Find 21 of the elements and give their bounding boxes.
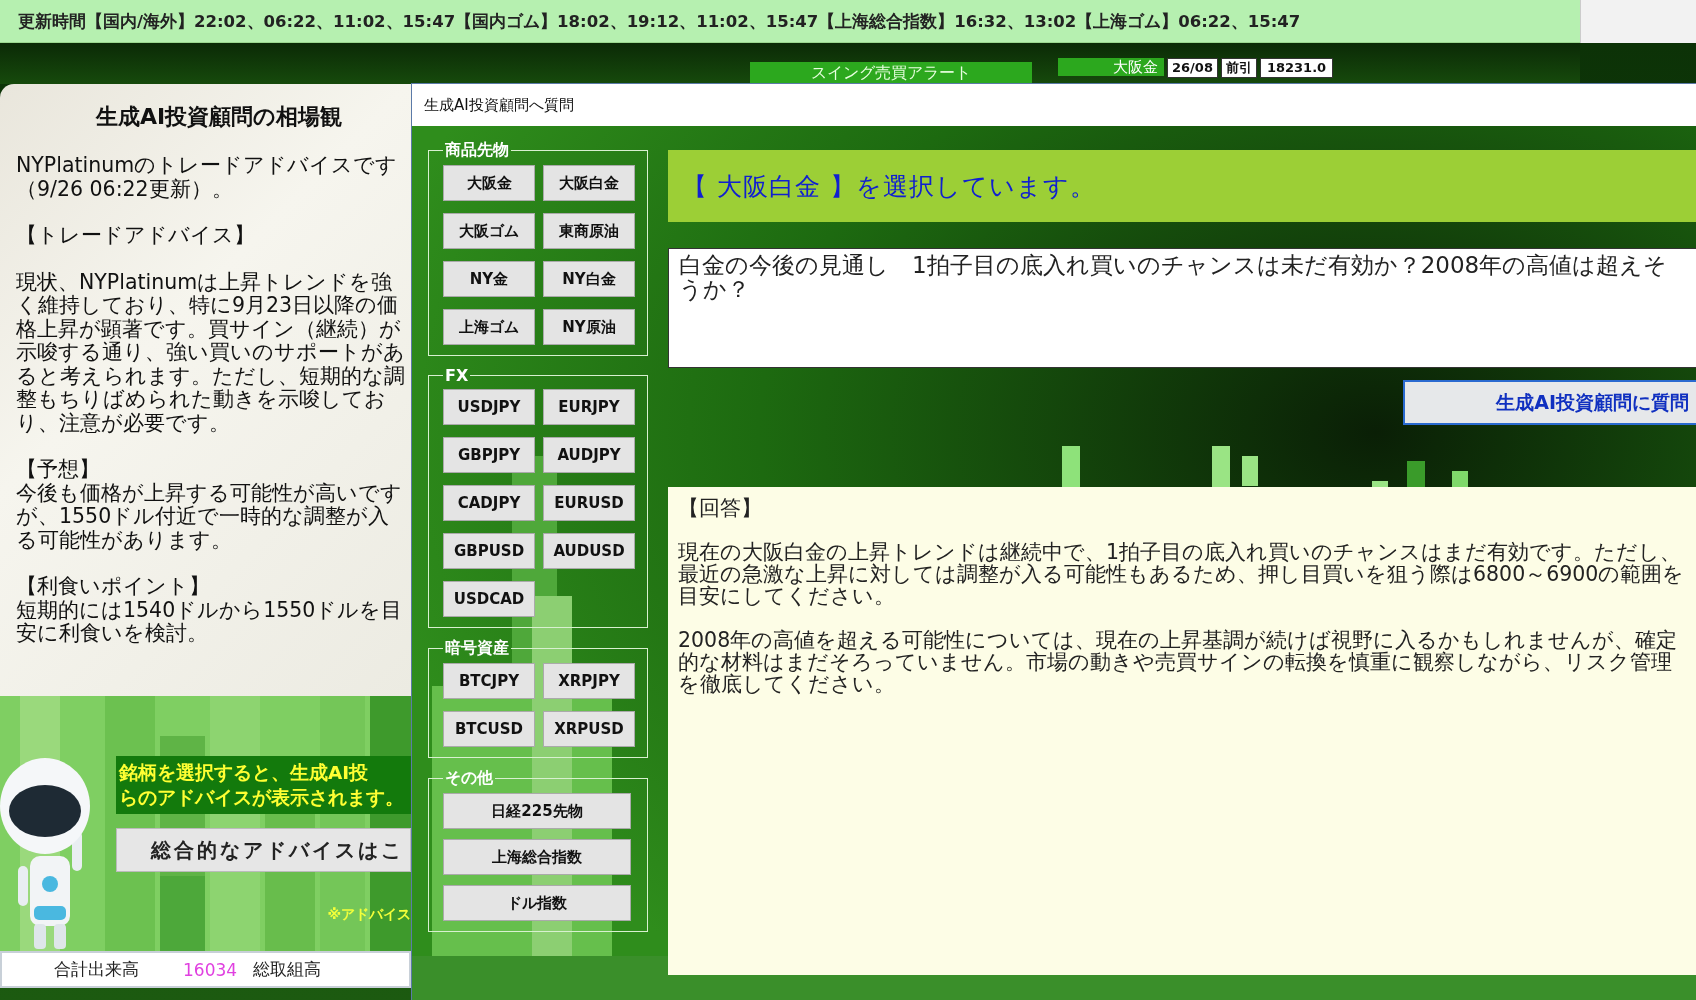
- ticker-name: 大阪金: [1058, 58, 1164, 76]
- advice-text: 現状、NYPlatinumは上昇トレンドを強く維持しており、特に9月23日以降の価格上昇が顕著です。買サイン（継続）が示唆する通り、強い買いのサポートがあると考えられます。ただし、短期的な調整もちりばめられた動きを示唆しており、注意が必要です。: [16, 270, 406, 435]
- open-interest-label: 総取組高: [253, 958, 322, 981]
- section-heading: 【トレードアドバイス】: [16, 224, 256, 248]
- advice-text: 今後も価格が上昇する可能性が高いですが、1550ドル付近で一時的な調整が入る可能性があります。: [16, 481, 403, 552]
- update-times-bar: 更新時間【国内/海外】22:02、06:22、11:02、15:47【国内ゴム】18:02、19:12、11:02、15:47【上海総合指数】16:32、13:02【上海ゴム】06:22、15:47: [0, 0, 1580, 43]
- panel-title: 生成AI投資顧問の相場観: [94, 103, 344, 131]
- volume-label: 合計出来高: [54, 958, 139, 981]
- note-text: ※アドバイス: [327, 906, 411, 924]
- ticker-month: 26/08: [1167, 58, 1218, 78]
- hint-text: らのアドバイスが表示されます。: [119, 786, 405, 810]
- section-heading: 【予想】: [16, 458, 101, 482]
- volume-value: 16034: [183, 959, 238, 980]
- advice-text: 短期的には1540ドルから1550ドルを目安に利食いを検討。: [16, 598, 404, 646]
- advice-button[interactable]: 総合的なアドバイスはこ: [116, 828, 411, 872]
- advice-text: NYPlatinumのトレードアドバイスです（9/26 06:22更新）。: [16, 154, 399, 201]
- ticker-session: 前引: [1220, 58, 1257, 78]
- window-title: 生成AI投資顧問へ質問: [423, 95, 575, 116]
- section-heading: 【利食いポイント】: [16, 575, 211, 599]
- ticker-price: 18231.0: [1259, 58, 1334, 78]
- hint-text: 銘柄を選択すると、生成AI投: [119, 761, 370, 785]
